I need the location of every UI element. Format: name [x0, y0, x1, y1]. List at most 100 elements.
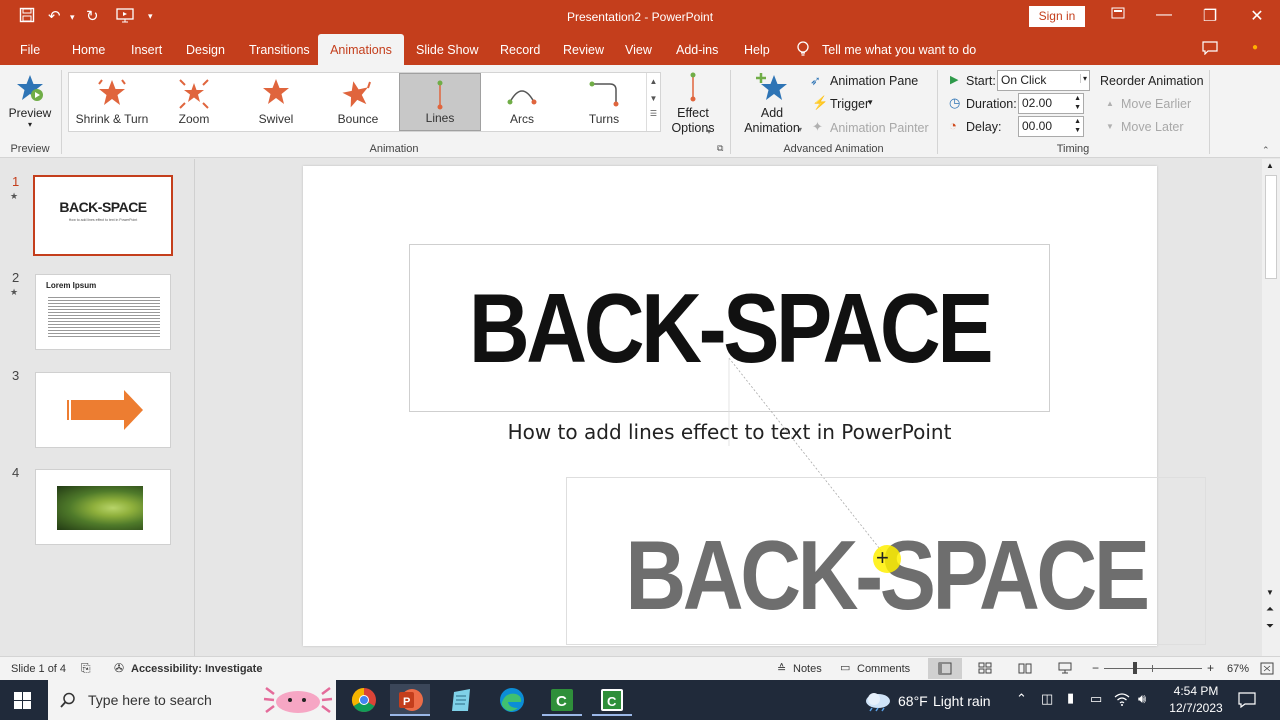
- zoom-out-icon[interactable]: −: [1092, 661, 1099, 675]
- gallery-down-icon[interactable]: ▼: [647, 94, 660, 103]
- tell-me-search[interactable]: Tell me what you want to do: [822, 43, 976, 57]
- zoom-slider[interactable]: [1104, 668, 1202, 669]
- start-icon: ▶: [950, 74, 959, 86]
- zoom-slider-thumb[interactable]: [1133, 662, 1137, 674]
- gallery-more-icon[interactable]: ☰: [647, 109, 660, 118]
- tab-transitions[interactable]: Transitions: [249, 43, 310, 57]
- group-animation-label: Animation: [369, 143, 419, 155]
- add-animation-dropdown-icon: ▾: [798, 125, 803, 134]
- next-slide-icon[interactable]: ⏷: [1266, 621, 1274, 632]
- accessibility-icon[interactable]: ✇: [114, 661, 124, 675]
- weather-temperature[interactable]: 68°F: [898, 693, 928, 709]
- start-select[interactable]: On Click ▾: [997, 70, 1090, 91]
- close-icon[interactable]: ✕: [1245, 6, 1269, 26]
- zoom-level[interactable]: 67%: [1227, 663, 1249, 675]
- animation-painter-button[interactable]: Animation Painter: [830, 121, 929, 135]
- duration-input[interactable]: 02.00 ▲ ▼: [1018, 93, 1084, 114]
- edge-app-icon[interactable]: [492, 684, 532, 716]
- add-animation-label2: Animation: [744, 121, 800, 135]
- effect-turns[interactable]: Turns: [563, 73, 645, 131]
- powerpoint-app-icon[interactable]: P: [390, 684, 430, 716]
- notes-button[interactable]: Notes: [793, 663, 822, 675]
- animation-pane-button[interactable]: Animation Pane: [830, 74, 918, 88]
- gallery-up-icon[interactable]: ▲: [647, 77, 660, 86]
- volume-icon[interactable]: 🔊︎: [1138, 691, 1146, 707]
- move-earlier-button[interactable]: Move Earlier: [1121, 97, 1191, 111]
- preview-button[interactable]: Preview ▾: [8, 71, 52, 139]
- accessibility-status[interactable]: Accessibility: Investigate: [131, 663, 262, 675]
- slide-canvas[interactable]: BACK-SPACE How to add lines effect to te…: [303, 166, 1206, 646]
- camtasia-recorder-app-icon[interactable]: C: [592, 684, 632, 716]
- meet-now-icon[interactable]: ◫: [1041, 691, 1053, 707]
- reading-view-icon[interactable]: [1018, 662, 1032, 674]
- effect-lines[interactable]: Lines: [399, 73, 481, 131]
- tab-view[interactable]: View: [625, 43, 652, 57]
- effect-shrink-turn[interactable]: Shrink & Turn: [71, 73, 153, 131]
- ribbon-display-icon[interactable]: [1106, 6, 1130, 24]
- tab-file[interactable]: File: [20, 43, 40, 57]
- vertical-scrollbar[interactable]: ▲ ▼ ⏶ ⏷: [1262, 159, 1280, 656]
- sign-in-button[interactable]: Sign in: [1029, 6, 1085, 27]
- battery-icon[interactable]: ▭: [1090, 691, 1102, 707]
- duration-spinner[interactable]: ▲ ▼: [1074, 94, 1081, 112]
- weather-icon[interactable]: [864, 690, 892, 712]
- add-animation-button[interactable]: Add Animation: [737, 71, 807, 139]
- camtasia-app-icon[interactable]: C: [542, 684, 582, 716]
- clock-time[interactable]: 4:54 PM: [1168, 684, 1224, 698]
- fit-to-window-icon[interactable]: [1260, 662, 1274, 675]
- tab-animations[interactable]: Animations: [318, 34, 404, 67]
- minimize-icon[interactable]: —: [1152, 6, 1176, 24]
- chrome-app-icon[interactable]: [344, 684, 384, 716]
- effect-swivel[interactable]: Swivel: [235, 73, 317, 131]
- usb-icon[interactable]: ▮: [1067, 690, 1074, 706]
- slide-thumbnail-2[interactable]: Lorem Ipsum: [35, 274, 171, 350]
- delay-spinner[interactable]: ▲ ▼: [1074, 117, 1081, 135]
- comments-button[interactable]: Comments: [857, 663, 910, 675]
- normal-view-button[interactable]: [928, 658, 962, 679]
- show-hidden-icons-icon[interactable]: ⌃: [1016, 691, 1027, 707]
- menu-bar: File Home Insert Design Transitions Slid…: [0, 34, 1280, 65]
- slide-sorter-icon[interactable]: [978, 662, 992, 674]
- restore-icon[interactable]: ❐: [1198, 6, 1222, 26]
- slideshow-view-icon[interactable]: [1058, 662, 1072, 674]
- collapse-ribbon-icon[interactable]: ⌃: [1262, 145, 1270, 156]
- move-later-button[interactable]: Move Later: [1121, 120, 1184, 134]
- dialog-launcher-icon[interactable]: ⧉: [717, 143, 723, 154]
- effect-zoom[interactable]: Zoom: [153, 73, 235, 131]
- slide-thumbnail-4[interactable]: [35, 469, 171, 545]
- comments-icon[interactable]: [1202, 41, 1218, 58]
- zoom-icon: [179, 79, 209, 109]
- clock-date[interactable]: 12/7/2023: [1162, 701, 1230, 715]
- start-dropdown-icon[interactable]: ▾: [1079, 74, 1087, 83]
- tab-slide-show[interactable]: Slide Show: [416, 43, 479, 57]
- tab-record[interactable]: Record: [500, 43, 540, 57]
- tab-design[interactable]: Design: [186, 43, 225, 57]
- notepad-app-icon[interactable]: [442, 684, 482, 716]
- windows-start-icon[interactable]: [14, 692, 31, 709]
- slide-thumbnail-1[interactable]: BACK-SPACE How to add lines effect to te…: [33, 175, 173, 256]
- delay-input[interactable]: 00.00 ▲ ▼: [1018, 116, 1084, 137]
- scroll-thumb[interactable]: [1265, 175, 1277, 279]
- slide-number: 1: [12, 174, 20, 189]
- scroll-down-icon[interactable]: ▼: [1266, 588, 1274, 597]
- weather-condition[interactable]: Light rain: [933, 693, 991, 709]
- tab-review[interactable]: Review: [563, 43, 604, 57]
- tab-add-ins[interactable]: Add-ins: [676, 43, 718, 57]
- effect-arcs[interactable]: Arcs: [481, 73, 563, 131]
- slide-thumbnail-3[interactable]: [35, 372, 171, 448]
- previous-slide-icon[interactable]: ⏶: [1266, 604, 1274, 615]
- tab-insert[interactable]: Insert: [131, 43, 162, 57]
- tab-home[interactable]: Home: [72, 43, 105, 57]
- effect-options-button[interactable]: Effect Options: [664, 71, 722, 139]
- gallery-scroll[interactable]: ▲ ▼ ☰: [646, 73, 660, 131]
- effect-bounce[interactable]: Bounce: [317, 73, 399, 131]
- scroll-up-icon[interactable]: ▲: [1266, 161, 1274, 170]
- notifications-icon[interactable]: [1238, 692, 1256, 708]
- taskbar-search-box[interactable]: Type here to search: [48, 680, 336, 720]
- search-icon: [60, 692, 75, 708]
- tab-help[interactable]: Help: [744, 43, 770, 57]
- zoom-in-icon[interactable]: +: [1207, 661, 1214, 675]
- trigger-button[interactable]: Trigger: [830, 97, 869, 111]
- wifi-icon[interactable]: [1114, 692, 1130, 706]
- spell-check-icon[interactable]: ⎘: [81, 661, 91, 676]
